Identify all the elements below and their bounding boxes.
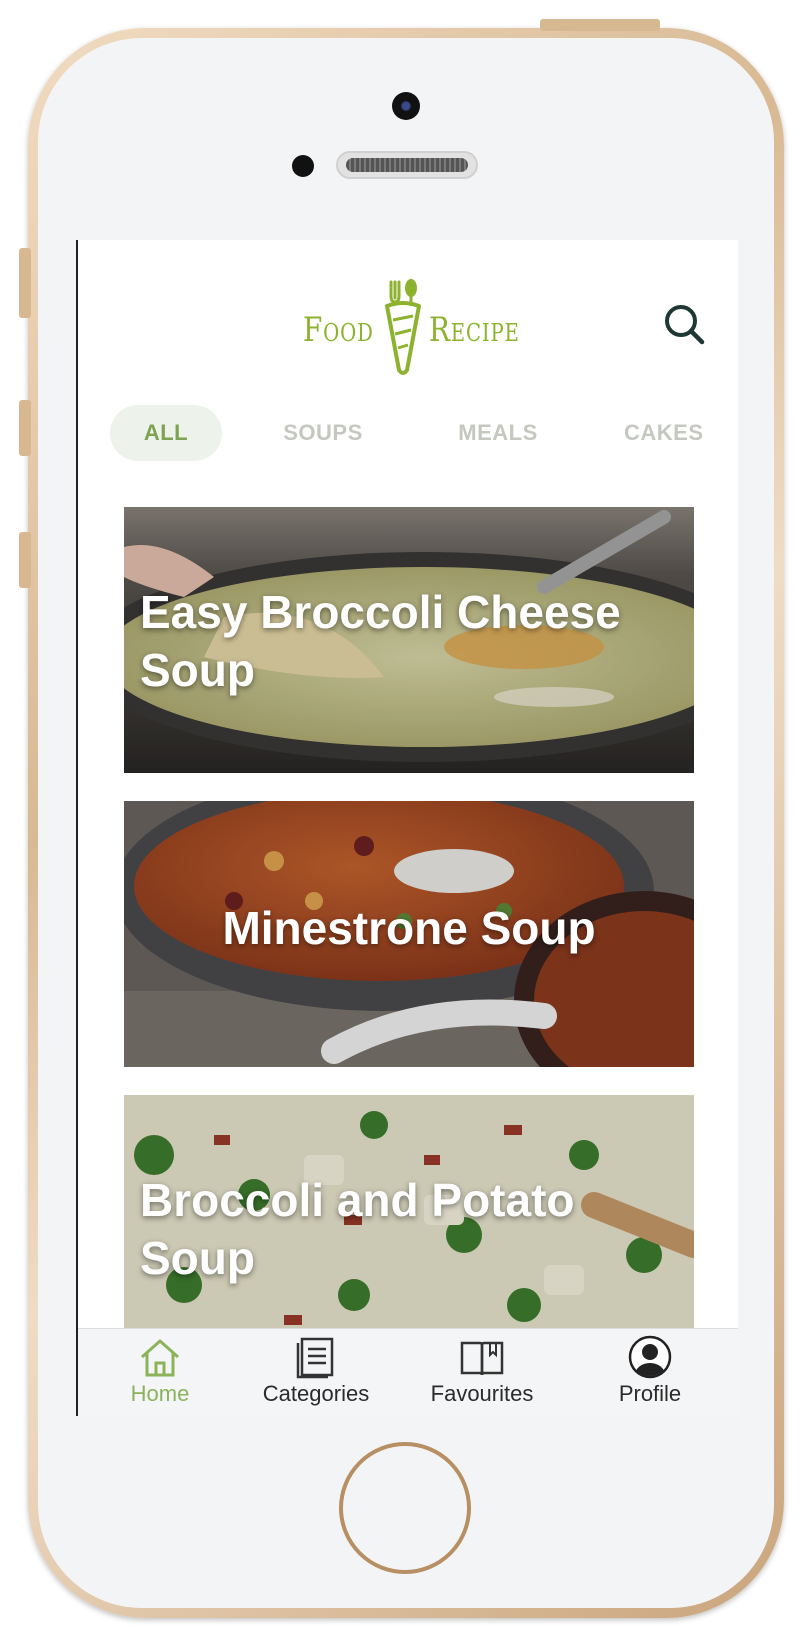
mute-switch [19, 248, 31, 318]
volume-down-button [19, 532, 31, 588]
nav-label: Profile [618, 1381, 682, 1406]
app-logo: Food Recipe [303, 276, 519, 376]
list-icon [296, 1337, 334, 1379]
home-hardware-button[interactable] [339, 1442, 471, 1574]
recipe-card[interactable]: Broccoli and Potato Soup [124, 1095, 694, 1361]
logo-word-food: Food [303, 310, 374, 350]
earpiece-speaker [336, 151, 478, 179]
nav-label: Favourites [430, 1381, 534, 1406]
carrot-fork-spoon-icon [385, 279, 421, 375]
recipe-title: Easy Broccoli Cheese Soup [140, 586, 621, 696]
book-icon [460, 1341, 504, 1376]
nav-label: Categories [262, 1381, 370, 1406]
app-header: Food Recipe [78, 240, 738, 380]
logo-word-recipe: Recipe [429, 310, 520, 350]
nav-label: Home [130, 1381, 190, 1406]
front-camera [392, 92, 420, 120]
volume-up-button [19, 400, 31, 456]
proximity-sensor [292, 155, 314, 177]
recipe-card[interactable]: Minestrone Soup [124, 801, 694, 1067]
bottom-nav: Home Categories Favourites Profile [78, 1328, 738, 1416]
search-icon[interactable] [662, 302, 706, 346]
profile-icon [628, 1335, 672, 1379]
nav-home[interactable]: Home [85, 1335, 235, 1413]
nav-categories[interactable]: Categories [241, 1335, 391, 1413]
recipe-title: Broccoli and Potato Soup [140, 1174, 575, 1284]
category-tabs: ALL SOUPS MEALS CAKES [78, 405, 738, 465]
nav-favourites[interactable]: Favourites [407, 1335, 557, 1413]
home-icon [141, 1339, 179, 1377]
recipe-title: Minestrone Soup [222, 902, 596, 954]
tab-soups[interactable]: SOUPS [268, 405, 378, 461]
tab-all[interactable]: ALL [110, 405, 222, 461]
tab-cakes[interactable]: CAKES [624, 405, 734, 461]
tab-meals[interactable]: MEALS [448, 405, 548, 461]
nav-profile[interactable]: Profile [575, 1335, 725, 1413]
recipe-card[interactable]: Easy Broccoli Cheese Soup [124, 507, 694, 773]
app-screen: Food Recipe ALL SOUPS MEALS CAKES Easy B… [76, 240, 738, 1416]
power-button [540, 19, 660, 31]
